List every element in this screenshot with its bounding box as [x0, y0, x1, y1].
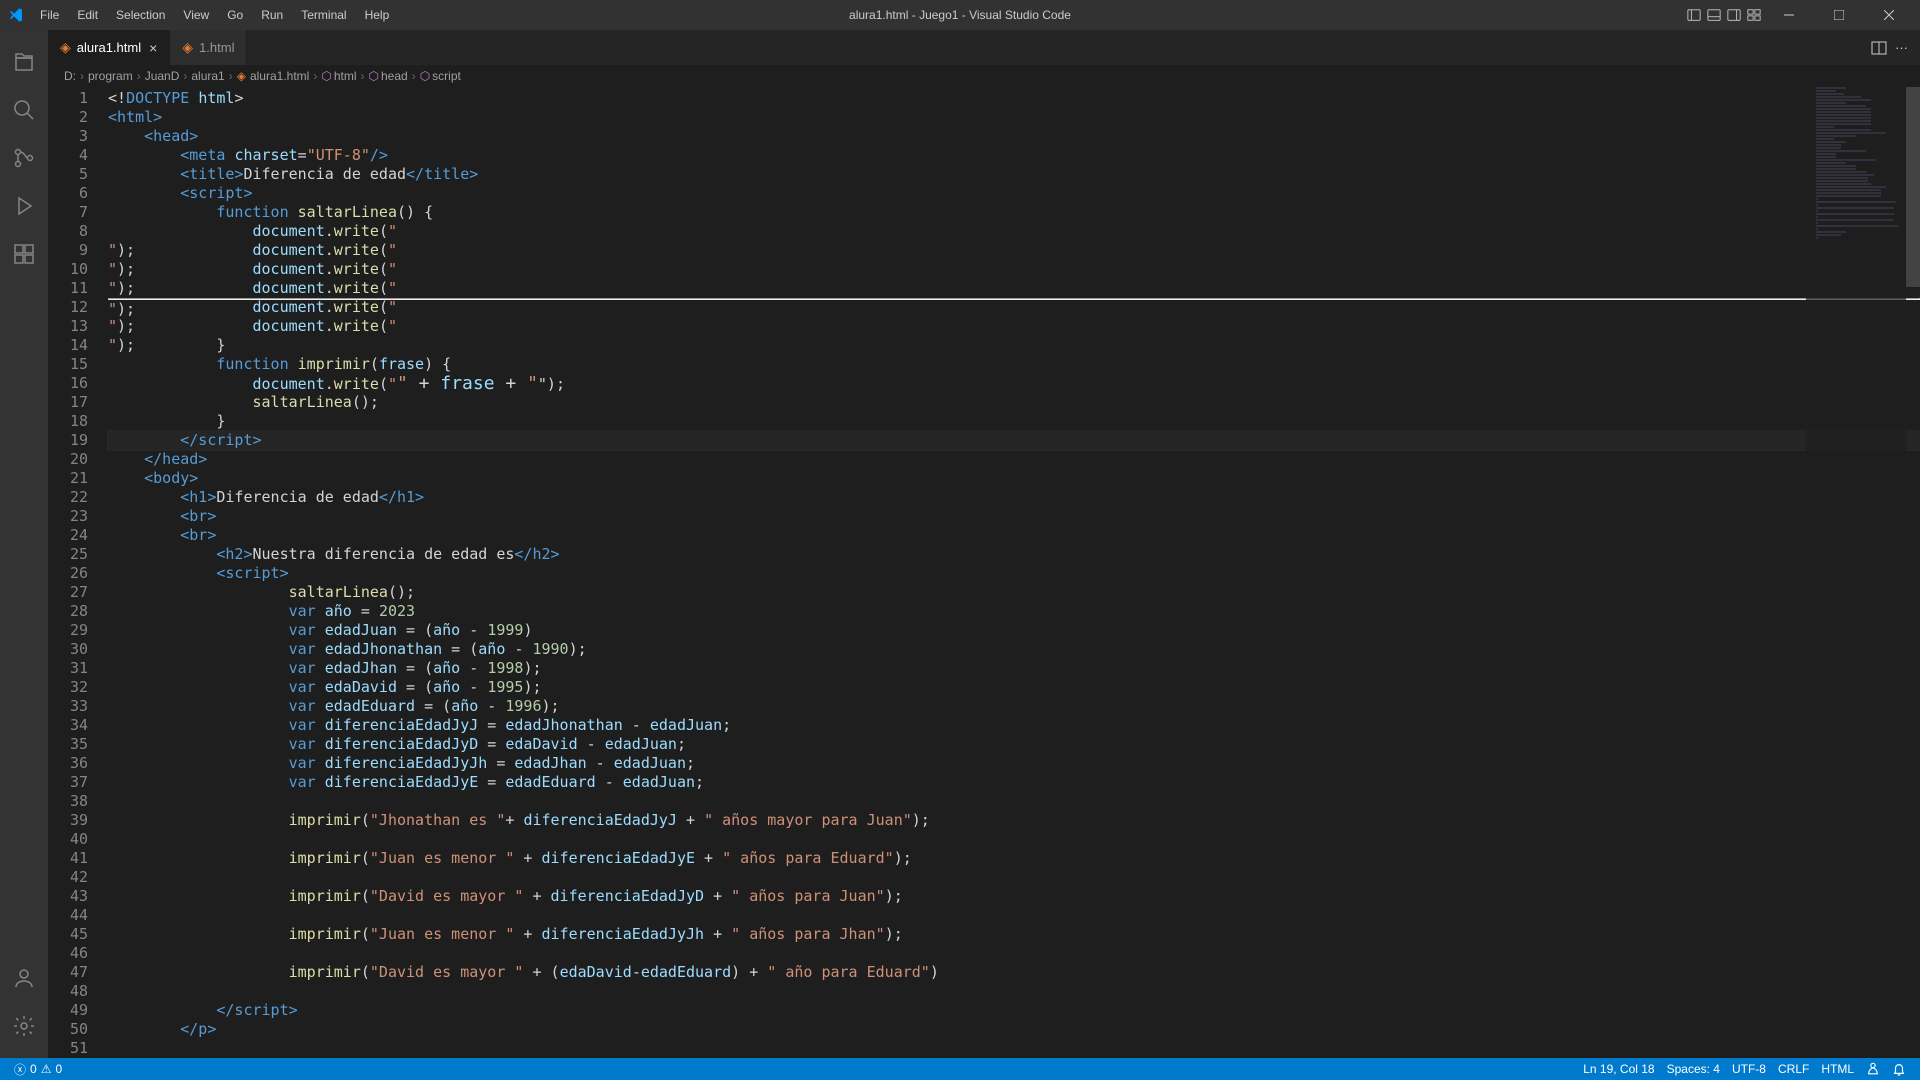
html-file-icon: ◈: [237, 69, 246, 83]
menu-terminal[interactable]: Terminal: [293, 4, 354, 26]
html-file-icon: ◈: [182, 39, 193, 56]
menu-run[interactable]: Run: [253, 4, 291, 26]
activity-settings-icon[interactable]: [0, 1002, 48, 1050]
breadcrumb-item[interactable]: program: [88, 69, 133, 83]
activity-source-control-icon[interactable]: [0, 134, 48, 182]
more-actions-icon[interactable]: ···: [1895, 40, 1908, 55]
tab-alura1[interactable]: ◈ alura1.html ×: [48, 30, 170, 65]
editor-scrollbar[interactable]: [1906, 87, 1920, 1058]
status-language[interactable]: HTML: [1815, 1062, 1860, 1076]
breadcrumbs[interactable]: D:› program› JuanD› alura1› ◈alura1.html…: [48, 65, 1920, 87]
window-maximize-button[interactable]: [1816, 0, 1862, 30]
window-minimize-button[interactable]: [1766, 0, 1812, 30]
breadcrumb-item[interactable]: head: [381, 69, 408, 83]
activity-search-icon[interactable]: [0, 86, 48, 134]
symbol-icon: ⬡: [369, 69, 379, 83]
activity-bar: [0, 30, 48, 1058]
statusbar: ⓧ0⚠0 Ln 19, Col 18 Spaces: 4 UTF-8 CRLF …: [0, 1058, 1920, 1080]
tab-1html[interactable]: ◈ 1.html: [170, 30, 247, 65]
warning-icon: ⚠: [41, 1062, 52, 1076]
status-errors[interactable]: ⓧ0⚠0: [8, 1061, 68, 1078]
line-numbers: 1234567891011121314151617181920212223242…: [48, 87, 108, 1058]
layout-customize-icon[interactable]: [1746, 7, 1762, 23]
close-icon[interactable]: ×: [149, 40, 157, 56]
menu-file[interactable]: File: [32, 4, 67, 26]
status-indentation[interactable]: Spaces: 4: [1661, 1062, 1726, 1076]
editor-group: ◈alura1.html× ◈1.html ··· D:› program› J…: [48, 30, 1920, 1058]
html-file-icon: ◈: [60, 39, 71, 56]
code-editor[interactable]: 1234567891011121314151617181920212223242…: [48, 87, 1920, 1058]
layout-toggle-left-icon[interactable]: [1686, 7, 1702, 23]
activity-account-icon[interactable]: [0, 954, 48, 1002]
status-feedback-icon[interactable]: [1860, 1062, 1886, 1076]
breadcrumb-item[interactable]: alura1: [191, 69, 224, 83]
status-notifications-icon[interactable]: [1886, 1062, 1912, 1076]
activity-explorer-icon[interactable]: [0, 38, 48, 86]
tab-label: 1.html: [199, 40, 234, 55]
layout-toggle-right-icon[interactable]: [1726, 7, 1742, 23]
symbol-icon: ⬡: [321, 69, 331, 83]
window-title: alura1.html - Juego1 - Visual Studio Cod…: [849, 8, 1071, 22]
activity-debug-icon[interactable]: [0, 182, 48, 230]
status-encoding[interactable]: UTF-8: [1726, 1062, 1772, 1076]
breadcrumb-item[interactable]: alura1.html: [250, 69, 309, 83]
tab-label: alura1.html: [77, 40, 141, 55]
split-editor-icon[interactable]: [1871, 40, 1887, 56]
symbol-icon: ⬡: [420, 69, 430, 83]
tab-bar: ◈ alura1.html × ◈ 1.html ···: [48, 30, 1920, 65]
activity-extensions-icon[interactable]: [0, 230, 48, 278]
status-cursor-position[interactable]: Ln 19, Col 18: [1577, 1062, 1660, 1076]
breadcrumb-item[interactable]: script: [432, 69, 461, 83]
scrollbar-thumb[interactable]: [1906, 87, 1920, 287]
vscode-logo-icon: [8, 7, 24, 23]
breadcrumb-item[interactable]: JuanD: [145, 69, 180, 83]
menu-selection[interactable]: Selection: [108, 4, 173, 26]
code-content[interactable]: <!DOCTYPE html><html> <head> <meta chars…: [108, 87, 1920, 1058]
menu-edit[interactable]: Edit: [69, 4, 106, 26]
menu-bar: File Edit Selection View Go Run Terminal…: [32, 4, 397, 26]
window-close-button[interactable]: [1866, 0, 1912, 30]
menu-go[interactable]: Go: [219, 4, 251, 26]
breadcrumb-item[interactable]: D:: [64, 69, 76, 83]
menu-view[interactable]: View: [175, 4, 217, 26]
error-icon: ⓧ: [14, 1061, 26, 1078]
titlebar: File Edit Selection View Go Run Terminal…: [0, 0, 1920, 30]
status-eol[interactable]: CRLF: [1772, 1062, 1815, 1076]
layout-toggle-bottom-icon[interactable]: [1706, 7, 1722, 23]
breadcrumb-item[interactable]: html: [334, 69, 357, 83]
menu-help[interactable]: Help: [357, 4, 398, 26]
